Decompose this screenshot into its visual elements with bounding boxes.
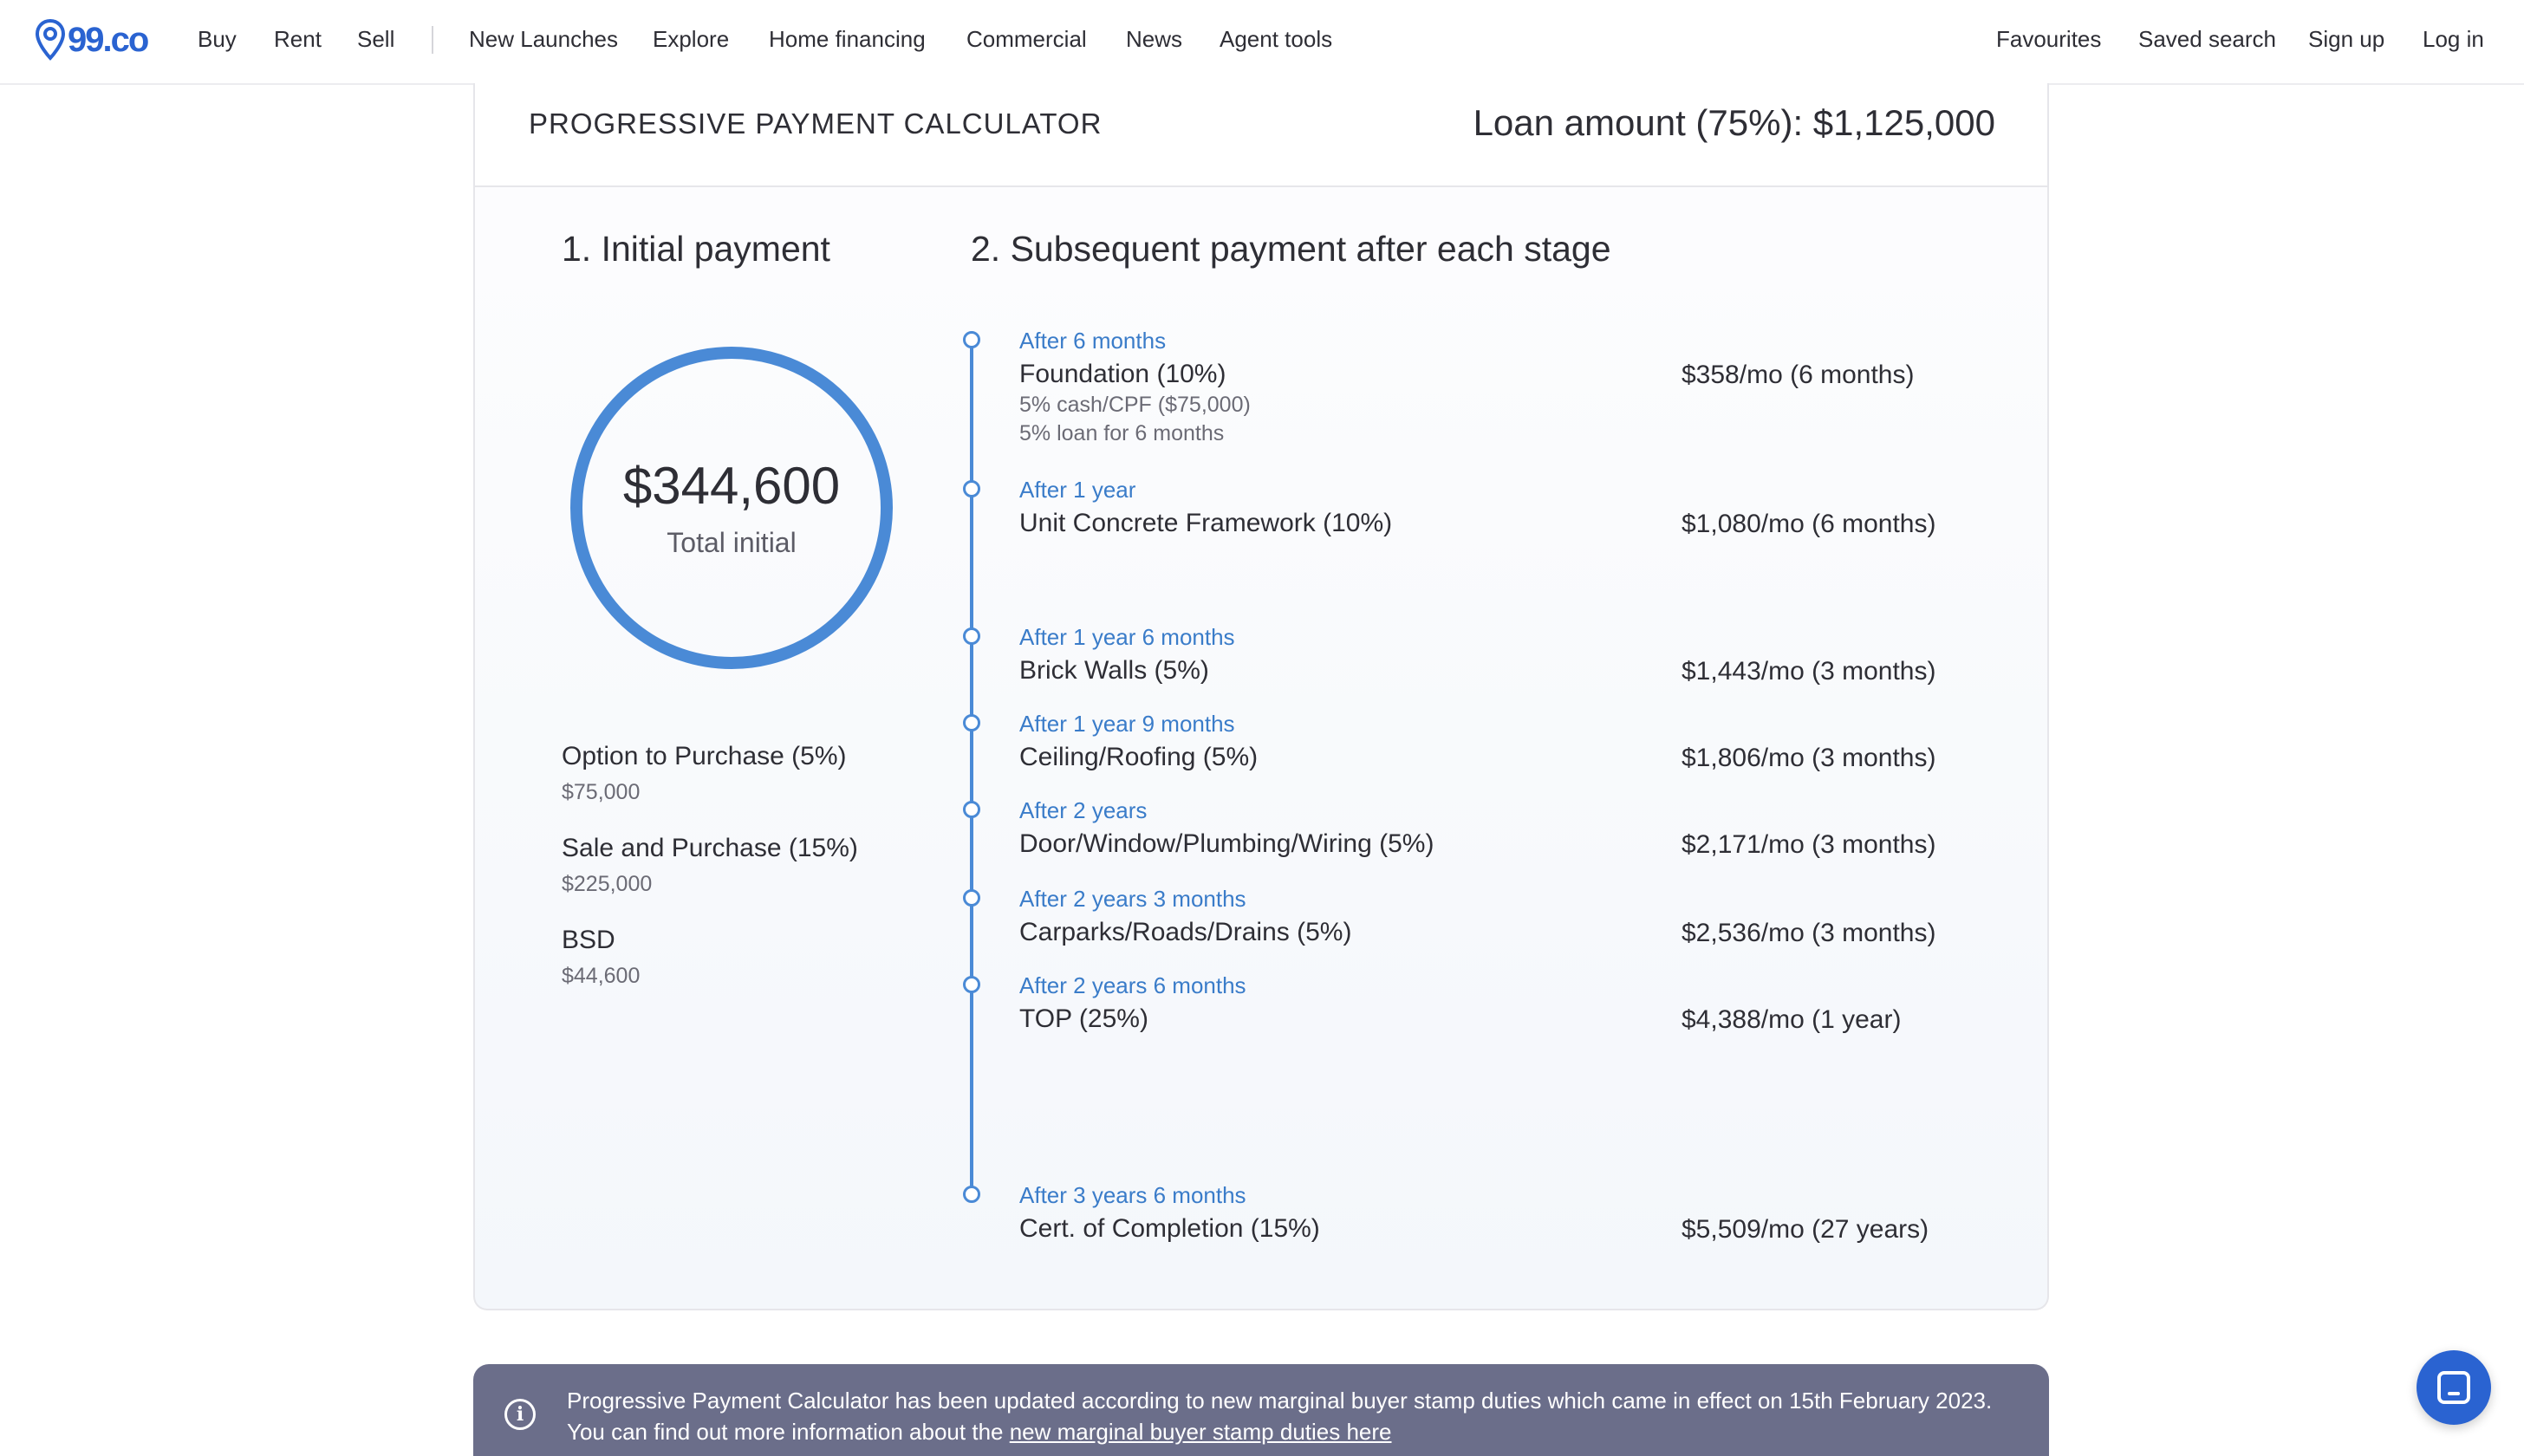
chat-button[interactable] (2417, 1350, 2491, 1425)
stage-unit-concrete-framework: After 1 year Unit Concrete Framework (10… (1019, 477, 2007, 538)
logo-wordmark: 99.co (68, 20, 149, 59)
initial-item-value: $44,600 (562, 964, 641, 988)
stage-when: After 1 year 6 months (1019, 624, 1235, 650)
nav-explore[interactable]: Explore (653, 26, 729, 53)
stage-note: 5% cash/CPF ($75,000) (1019, 393, 1251, 417)
banner-line-2: You can find out more information about … (567, 1416, 1992, 1447)
initial-item-otp: Option to Purchase (5%) $75,000 (562, 742, 847, 805)
timeline-dot (963, 976, 980, 993)
initial-item-value: $75,000 (562, 780, 641, 804)
stage-when: After 2 years 3 months (1019, 886, 1246, 912)
nav-divider (432, 26, 433, 54)
banner-line-1: Progressive Payment Calculator has been … (567, 1388, 1993, 1414)
initial-item-label: Option to Purchase (5%) (562, 742, 847, 770)
calculator-title: PROGRESSIVE PAYMENT CALCULATOR (529, 107, 1103, 140)
timeline-dot (963, 480, 980, 497)
stage-payment: $1,443/mo (3 months) (1682, 657, 1936, 686)
stage-when: After 3 years 6 months (1019, 1182, 1246, 1208)
stage-when: After 1 year (1019, 477, 1136, 503)
initial-total-label: Total initial (667, 527, 797, 558)
initial-item-value: $225,000 (562, 872, 653, 896)
initial-item-label: BSD (562, 926, 615, 954)
initial-total-amount: $344,600 (622, 457, 841, 515)
stage-when: After 6 months (1019, 328, 1167, 354)
timeline-dot (963, 331, 980, 348)
timeline-dot (963, 627, 980, 645)
stage-when: After 2 years (1019, 797, 1148, 823)
stage-ceiling-roofing: After 1 year 9 months Ceiling/Roofing (5… (1019, 711, 2007, 772)
stage-payment: $5,509/mo (27 years) (1682, 1215, 1929, 1244)
nav-rent[interactable]: Rent (274, 26, 322, 53)
timeline-line (970, 340, 973, 1194)
subsequent-payment-heading: 2. Subsequent payment after each stage (971, 229, 1611, 269)
nav-buy[interactable]: Buy (198, 26, 237, 53)
stage-payment: $2,536/mo (3 months) (1682, 919, 1936, 947)
info-circle-icon: i (504, 1399, 536, 1430)
banner-text: Progressive Payment Calculator has been … (567, 1385, 1992, 1447)
stage-cert-of-completion: After 3 years 6 months Cert. of Completi… (1019, 1182, 2007, 1244)
initial-payment-heading: 1. Initial payment (562, 229, 830, 269)
timeline-dot (963, 889, 980, 907)
initial-item-snp: Sale and Purchase (15%) $225,000 (562, 834, 858, 897)
stamp-duties-link[interactable]: new marginal buyer stamp duties here (1010, 1419, 1392, 1445)
initial-item-label: Sale and Purchase (15%) (562, 834, 858, 862)
nav-sell[interactable]: Sell (357, 26, 394, 53)
stage-payment: $4,388/mo (1 year) (1682, 1005, 1902, 1034)
nav-commercial[interactable]: Commercial (966, 26, 1087, 53)
top-navigation: 99.co Buy Rent Sell New Launches Explore… (0, 0, 2524, 85)
nav-new-launches[interactable]: New Launches (469, 26, 618, 53)
stage-payment: $2,171/mo (3 months) (1682, 830, 1936, 859)
info-banner: i Progressive Payment Calculator has bee… (473, 1364, 2049, 1456)
nav-log-in[interactable]: Log in (2423, 26, 2484, 53)
stage-when: After 1 year 9 months (1019, 711, 1235, 737)
loan-amount: Loan amount (75%): $1,125,000 (1473, 102, 1995, 143)
progressive-payment-calculator: PROGRESSIVE PAYMENT CALCULATOR Loan amou… (473, 83, 2049, 1310)
stage-foundation: After 6 months Foundation (10%) 5% cash/… (1019, 328, 2007, 446)
stage-top: After 2 years 6 months TOP (25%) $4,388/… (1019, 972, 2007, 1034)
stage-payment: $1,806/mo (3 months) (1682, 744, 1936, 772)
stage-carparks-roads-drains: After 2 years 3 months Carparks/Roads/Dr… (1019, 886, 2007, 947)
stage-brick-walls: After 1 year 6 months Brick Walls (5%) $… (1019, 624, 2007, 686)
stage-payment: $1,080/mo (6 months) (1682, 510, 1936, 538)
stage-door-window-plumbing-wiring: After 2 years Door/Window/Plumbing/Wirin… (1019, 797, 2007, 859)
logo[interactable]: 99.co (35, 17, 149, 62)
stage-payment: $358/mo (6 months) (1682, 361, 1915, 389)
initial-item-bsd: BSD $44,600 (562, 926, 640, 989)
nav-saved-search[interactable]: Saved search (2138, 26, 2276, 53)
location-pin-icon (35, 18, 66, 61)
nav-favourites[interactable]: Favourites (1996, 26, 2101, 53)
stage-when: After 2 years 6 months (1019, 972, 1246, 998)
banner-line-2-prefix: You can find out more information about … (567, 1419, 1010, 1445)
nav-agent-tools[interactable]: Agent tools (1220, 26, 1332, 53)
chat-icon (2437, 1371, 2470, 1404)
timeline-dot (963, 1186, 980, 1203)
nav-home-financing[interactable]: Home financing (769, 26, 926, 53)
nav-news[interactable]: News (1126, 26, 1182, 53)
timeline-dot (963, 714, 980, 731)
nav-sign-up[interactable]: Sign up (2308, 26, 2384, 53)
stage-note: 5% loan for 6 months (1019, 421, 1225, 445)
calculator-header: PROGRESSIVE PAYMENT CALCULATOR Loan amou… (475, 83, 2047, 187)
timeline-dot (963, 801, 980, 818)
